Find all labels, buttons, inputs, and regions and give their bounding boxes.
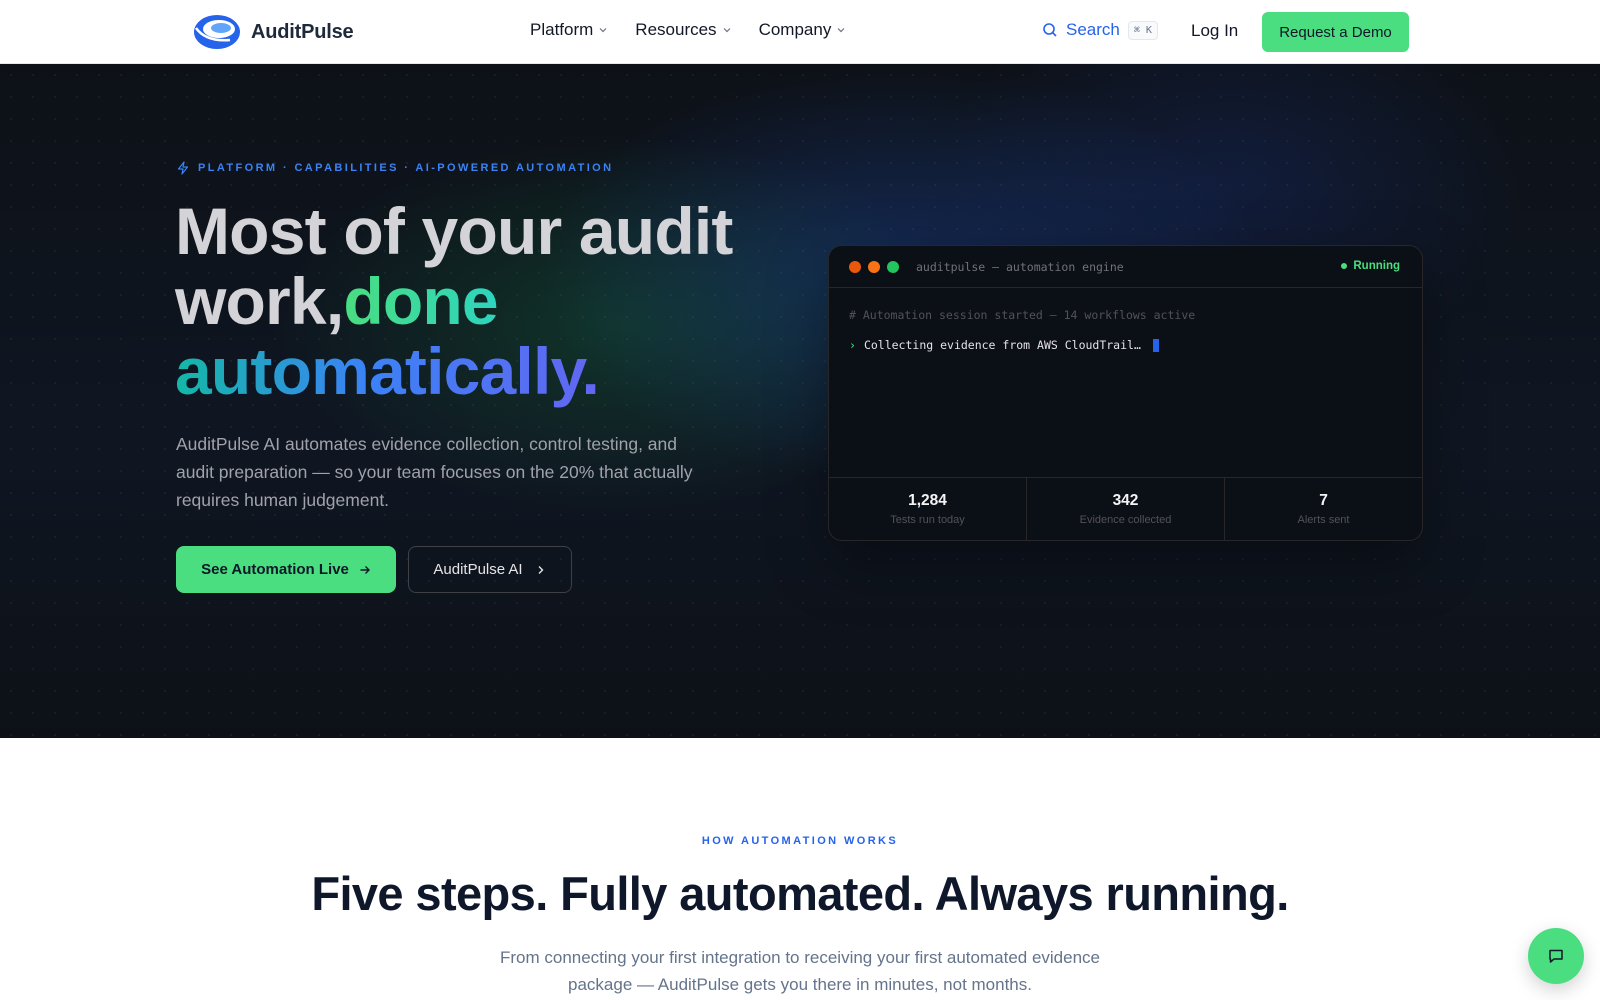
nav-item-company[interactable]: Company xyxy=(759,20,847,40)
window-close-dot xyxy=(849,260,861,273)
terminal-title-bar: auditpulse — automation engine Running xyxy=(829,246,1422,288)
hero-eyebrow-text: PLATFORM · CAPABILITIES · AI-POWERED AUT… xyxy=(198,162,614,174)
hero-eyebrow: PLATFORM · CAPABILITIES · AI-POWERED AUT… xyxy=(176,161,613,175)
search-shortcut-badge: ⌘ K xyxy=(1127,20,1158,40)
automation-terminal: auditpulse — automation engine Running #… xyxy=(828,245,1423,541)
chevron-down-icon xyxy=(723,28,730,33)
terminal-stats: 1,284 Tests run today 342 Evidence colle… xyxy=(829,477,1422,540)
stat-alerts-sent: 7 Alerts sent xyxy=(1225,478,1422,540)
see-automation-live-button[interactable]: See Automation Live xyxy=(176,546,396,593)
hero-headline: Most of your audit work,done automatical… xyxy=(175,196,815,406)
login-link[interactable]: Log In xyxy=(1191,21,1238,41)
brand-name: AuditPulse xyxy=(251,20,354,43)
auditpulse-ai-button[interactable]: AuditPulse AI xyxy=(408,546,572,593)
hero-subtext: AuditPulse AI automates evidence collect… xyxy=(176,434,693,510)
brand-logo-icon xyxy=(194,15,240,49)
status-dot xyxy=(1341,263,1348,269)
nav-item-label: Platform xyxy=(530,20,594,39)
how-subtext: From connecting your first integration t… xyxy=(499,948,1100,994)
search-button[interactable]: Search ⌘ K xyxy=(1042,20,1158,40)
headline-highlight-automatically: automatically. xyxy=(175,334,600,408)
chat-button[interactable] xyxy=(1528,928,1584,984)
terminal-command-text: Collecting evidence from AWS CloudTrail… xyxy=(863,338,1141,352)
stat-value: 1,284 xyxy=(908,492,947,509)
terminal-cursor xyxy=(1152,338,1159,352)
chevron-down-icon xyxy=(599,28,607,33)
stat-label: Tests run today xyxy=(890,514,965,526)
window-maximize-dot xyxy=(887,260,899,273)
stat-evidence-collected: 342 Evidence collected xyxy=(1027,478,1225,540)
stat-label: Evidence collected xyxy=(1079,514,1172,526)
nav-item-platform[interactable]: Platform xyxy=(530,20,608,40)
main-nav: Platform Resources Company xyxy=(530,20,846,40)
stat-value: 342 xyxy=(1112,492,1139,509)
chat-bubble-icon xyxy=(1549,949,1563,963)
top-nav: AuditPulse Platform Resources Company Se… xyxy=(0,0,1600,64)
lightning-icon xyxy=(177,161,189,175)
stat-value: 7 xyxy=(1319,492,1328,509)
request-demo-button[interactable]: Request a Demo xyxy=(1262,12,1409,52)
prompt-chevron-icon: › xyxy=(849,338,856,352)
nav-item-label: Company xyxy=(758,20,832,39)
stat-label: Alerts sent xyxy=(1297,514,1350,526)
terminal-comment-line: # Automation session started — 14 workfl… xyxy=(849,308,1196,322)
chevron-right-icon xyxy=(538,565,544,574)
how-title: Five steps. Fully automated. Always runn… xyxy=(311,867,1289,920)
brand-logo[interactable]: AuditPulse xyxy=(192,12,354,52)
nav-item-resources[interactable]: Resources xyxy=(635,20,731,40)
terminal-title: auditpulse — automation engine xyxy=(916,259,1124,274)
how-eyebrow: HOW AUTOMATION WORKS xyxy=(701,835,899,847)
status-text: Running xyxy=(1353,260,1400,272)
arrow-right-icon xyxy=(360,565,370,574)
terminal-command-line: › Collecting evidence from AWS CloudTrai… xyxy=(849,338,1402,352)
search-label: Search xyxy=(1066,20,1120,39)
search-icon xyxy=(1043,23,1057,37)
window-minimize-dot xyxy=(868,260,880,273)
cta-primary-label: See Automation Live xyxy=(201,561,349,578)
nav-item-label: Resources xyxy=(635,20,717,39)
headline-highlight-done: done xyxy=(343,264,498,338)
hero-section: PLATFORM · CAPABILITIES · AI-POWERED AUT… xyxy=(0,64,1600,738)
terminal-body: # Automation session started — 14 workfl… xyxy=(829,288,1422,352)
stat-tests-run: 1,284 Tests run today xyxy=(829,478,1027,540)
chevron-down-icon xyxy=(837,28,845,33)
cta-secondary-label: AuditPulse AI xyxy=(433,561,523,578)
status-badge: Running xyxy=(1341,260,1400,272)
